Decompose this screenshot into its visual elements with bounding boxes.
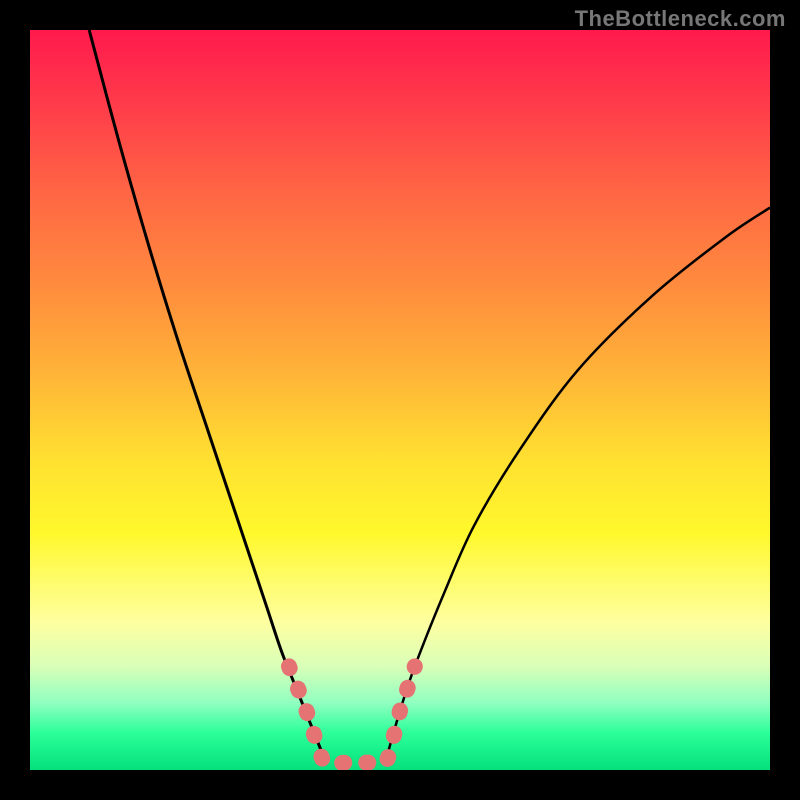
plot-area: [30, 30, 770, 770]
chart-frame: TheBottleneck.com: [0, 0, 800, 800]
left-curve: [89, 30, 326, 763]
watermark-text: TheBottleneck.com: [575, 6, 786, 32]
curve-layer: [30, 30, 770, 770]
right-curve: [385, 208, 770, 763]
valley-marker: [289, 666, 415, 764]
